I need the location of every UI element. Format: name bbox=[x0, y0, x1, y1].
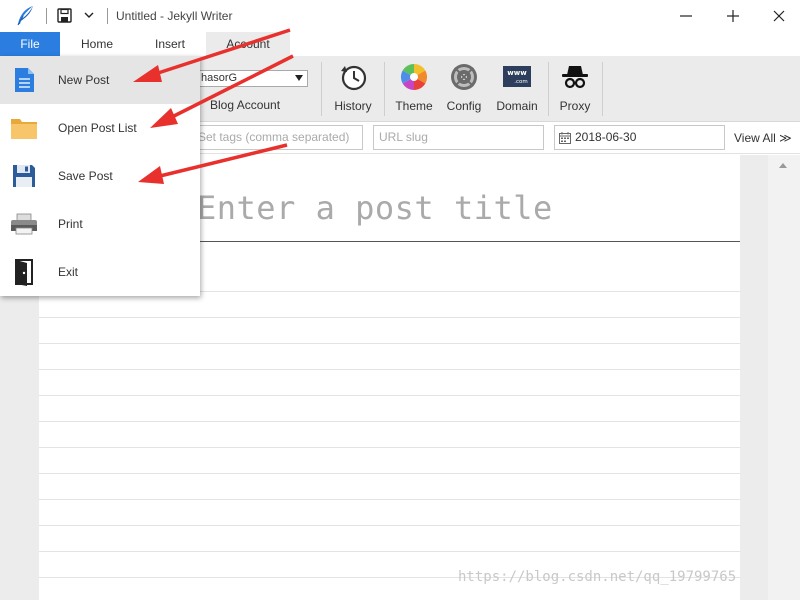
title-bar: Untitled - Jekyll Writer bbox=[0, 0, 800, 32]
watermark: https://blog.csdn.net/qq_19799765 bbox=[458, 569, 737, 585]
ruled-line bbox=[39, 525, 740, 526]
history-label: History bbox=[334, 99, 372, 113]
menu-item-save-post[interactable]: Save Post bbox=[0, 152, 200, 200]
account-select[interactable]: hasorG bbox=[196, 70, 308, 87]
menu-item-label: Save Post bbox=[58, 169, 113, 183]
titlebar-separator bbox=[46, 8, 47, 24]
dropdown-arrow-icon bbox=[295, 75, 303, 81]
exit-door-icon bbox=[15, 259, 33, 286]
maximize-icon bbox=[727, 10, 739, 22]
titlebar-separator bbox=[107, 8, 108, 24]
spy-icon bbox=[562, 66, 588, 89]
post-title-input[interactable]: Enter a post title bbox=[197, 189, 553, 227]
blog-account-label: Blog Account bbox=[210, 98, 281, 112]
minimize-button[interactable] bbox=[663, 0, 709, 32]
vertical-scrollbar[interactable] bbox=[768, 155, 800, 600]
ribbon-tabs: File Home Insert Account bbox=[0, 32, 800, 56]
theme-button[interactable]: Theme bbox=[392, 62, 436, 118]
url-slug-input[interactable]: URL slug bbox=[373, 125, 544, 150]
maximize-button[interactable] bbox=[710, 0, 756, 32]
tab-account[interactable]: Account bbox=[206, 32, 290, 56]
proxy-button[interactable]: Proxy bbox=[556, 62, 594, 118]
tab-home[interactable]: Home bbox=[60, 32, 134, 56]
quick-save-icon[interactable] bbox=[57, 8, 72, 23]
floppy-disk-icon bbox=[13, 165, 35, 187]
ruled-line bbox=[39, 343, 740, 344]
feather-icon bbox=[17, 6, 33, 26]
tab-insert[interactable]: Insert bbox=[134, 32, 206, 56]
ruled-line bbox=[39, 421, 740, 422]
printer-icon bbox=[11, 213, 37, 235]
chevron-down-icon[interactable] bbox=[82, 8, 96, 22]
view-all-button[interactable]: View All ≫ bbox=[734, 131, 792, 145]
theme-label: Theme bbox=[395, 99, 433, 113]
menu-item-new-post[interactable]: New Post bbox=[0, 56, 200, 104]
calendar-icon bbox=[559, 131, 571, 144]
ruled-line bbox=[39, 317, 740, 318]
date-value: 2018-06-30 bbox=[575, 130, 637, 144]
menu-item-label: Print bbox=[58, 217, 83, 231]
ruled-line bbox=[39, 473, 740, 474]
menu-item-label: New Post bbox=[58, 73, 110, 87]
close-button[interactable] bbox=[756, 0, 800, 32]
ribbon-separator bbox=[384, 62, 385, 116]
ruled-line bbox=[39, 551, 740, 552]
ruled-line bbox=[39, 499, 740, 500]
ribbon-separator bbox=[321, 62, 322, 116]
document-icon bbox=[15, 68, 34, 92]
close-icon bbox=[773, 10, 785, 22]
date-picker[interactable]: 2018-06-30 bbox=[554, 125, 725, 150]
color-wheel-icon bbox=[400, 63, 428, 91]
ribbon-separator bbox=[602, 62, 603, 116]
tags-input[interactable]: Set tags (comma separated) bbox=[192, 125, 363, 150]
domain-button[interactable]: www .com Domain bbox=[494, 62, 540, 118]
menu-item-label: Exit bbox=[58, 265, 79, 279]
window-title: Untitled - Jekyll Writer bbox=[116, 9, 233, 23]
proxy-label: Proxy bbox=[559, 99, 591, 113]
menu-item-print[interactable]: Print bbox=[0, 200, 200, 248]
config-label: Config bbox=[446, 99, 482, 113]
svg-text:.com: .com bbox=[514, 79, 528, 85]
menu-item-open-post-list[interactable]: Open Post List bbox=[0, 104, 200, 152]
ruled-line bbox=[39, 395, 740, 396]
account-select-value: hasorG bbox=[201, 72, 238, 84]
minimize-icon bbox=[680, 15, 692, 17]
gear-icon bbox=[451, 64, 477, 90]
ribbon-separator bbox=[548, 62, 549, 116]
config-button[interactable]: Config bbox=[444, 62, 484, 118]
ruled-line bbox=[39, 447, 740, 448]
history-icon bbox=[341, 65, 367, 91]
ruled-line bbox=[39, 369, 740, 370]
tab-file[interactable]: File bbox=[0, 32, 60, 56]
svg-text:www: www bbox=[507, 69, 527, 77]
history-button[interactable]: History bbox=[332, 62, 374, 118]
www-icon: www .com bbox=[503, 66, 531, 87]
scroll-up-arrow-icon[interactable] bbox=[779, 163, 787, 168]
file-menu: New Post Open Post List Save Post Print bbox=[0, 56, 200, 296]
domain-label: Domain bbox=[496, 99, 538, 113]
menu-item-label: Open Post List bbox=[58, 121, 137, 135]
folder-icon bbox=[11, 119, 37, 139]
menu-item-exit[interactable]: Exit bbox=[0, 248, 200, 296]
